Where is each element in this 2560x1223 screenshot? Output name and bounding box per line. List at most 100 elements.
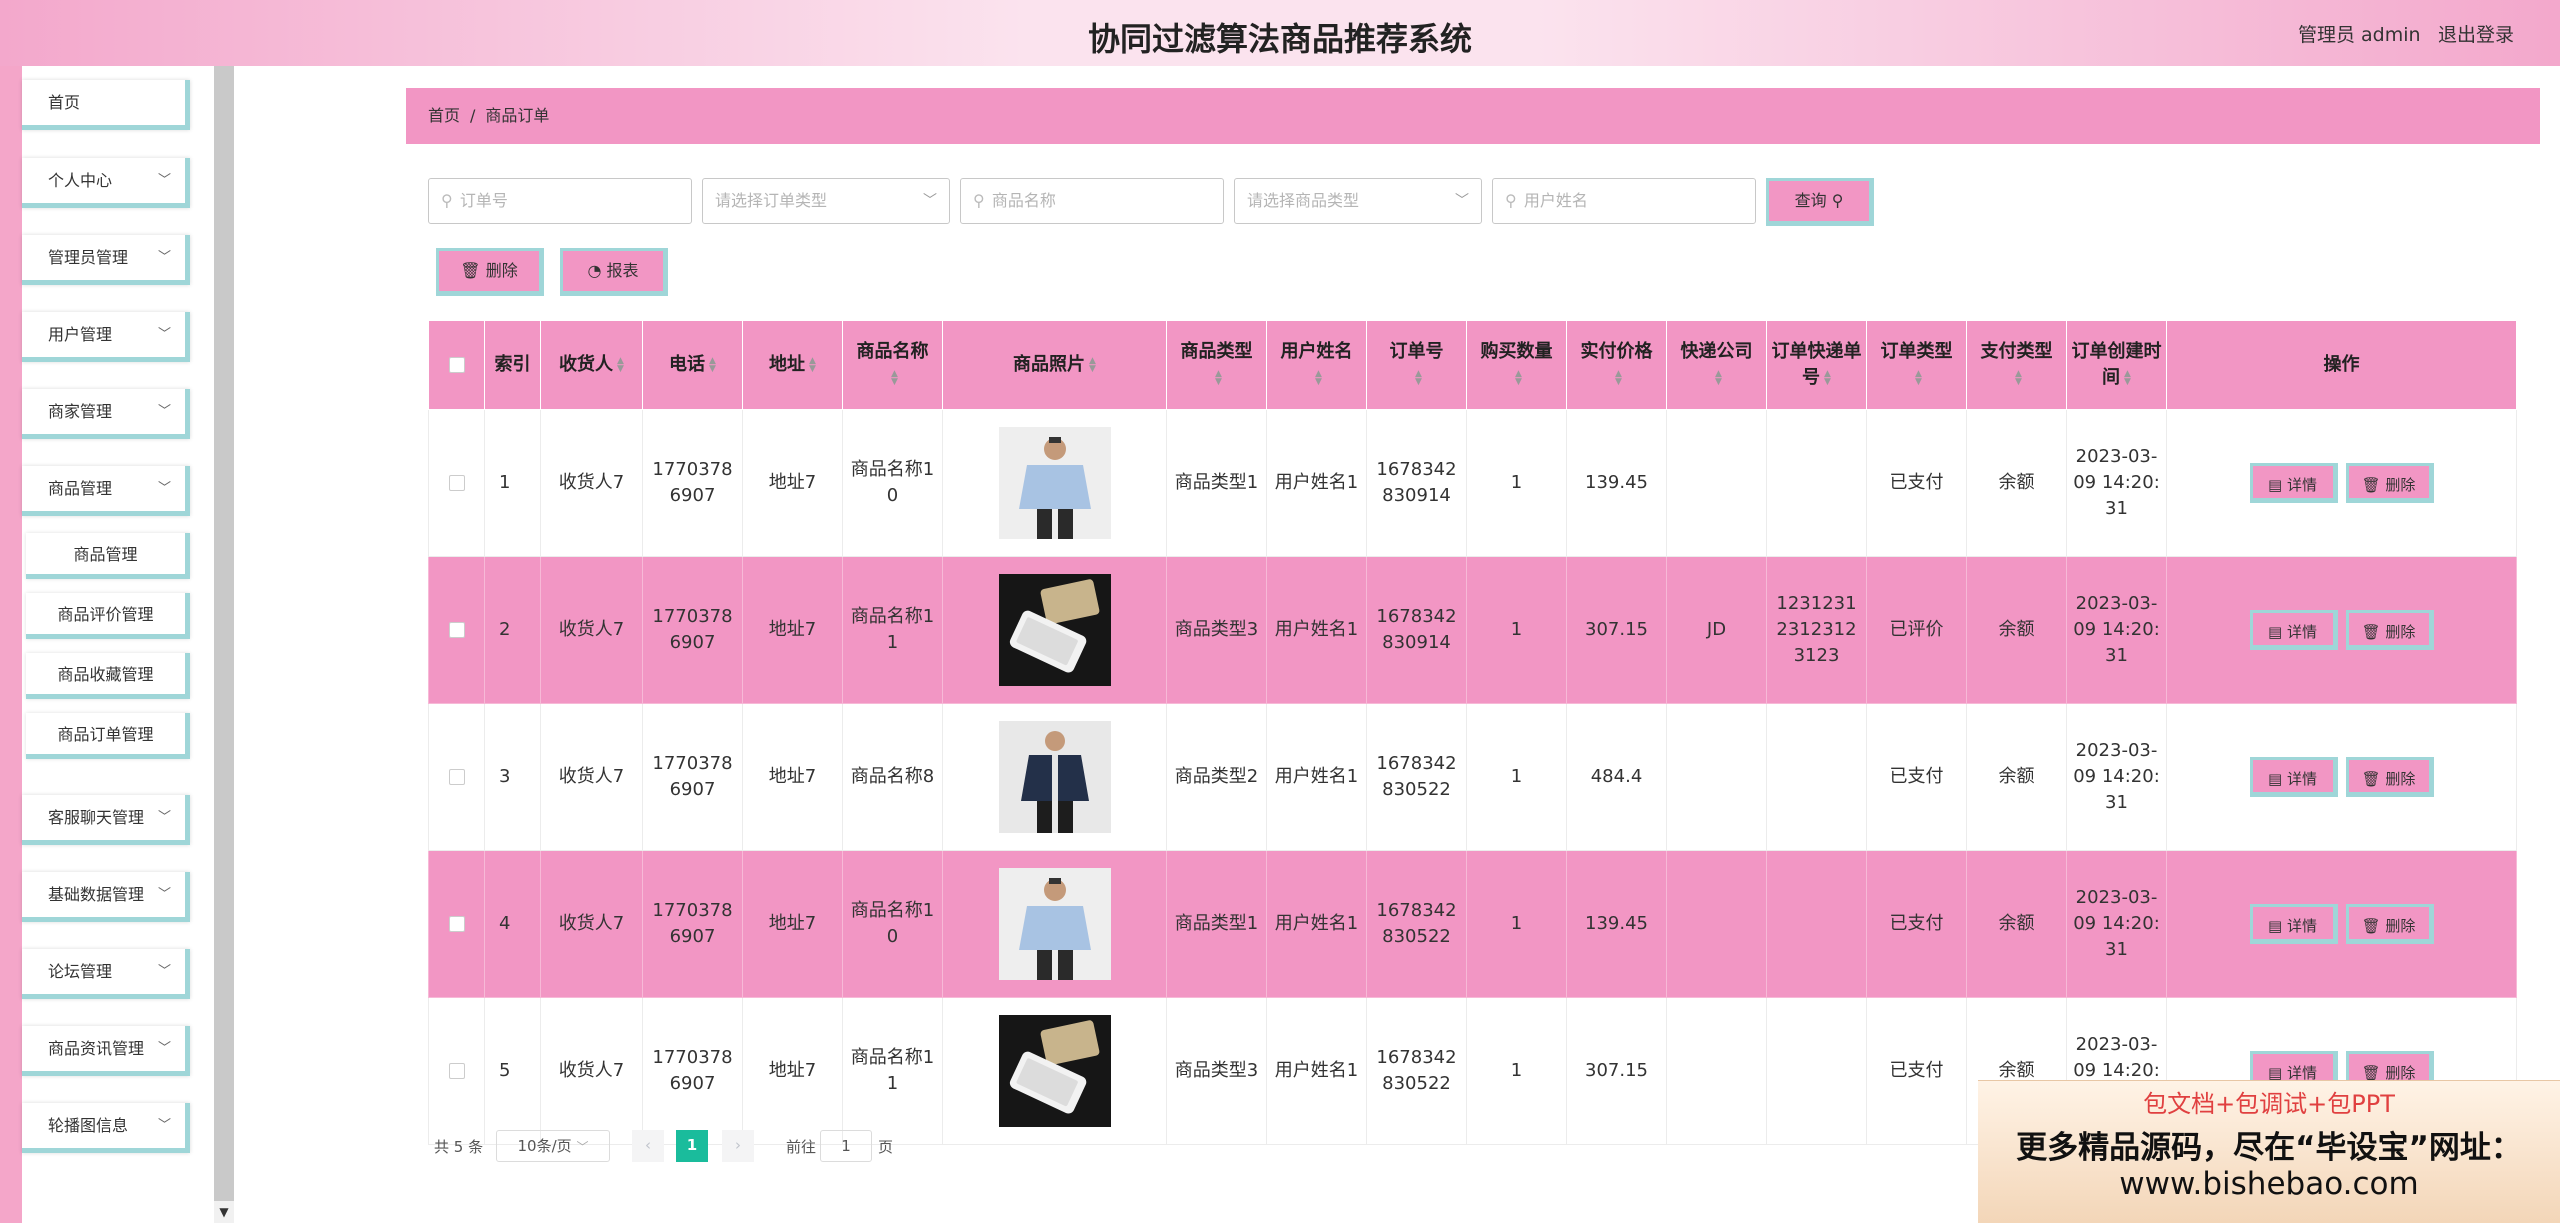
prev-page-button[interactable]: ‹ xyxy=(632,1130,664,1162)
product-photo[interactable] xyxy=(998,1015,1111,1127)
col-header[interactable]: 收货人 ▲ ▼ xyxy=(540,320,643,410)
order-no-input[interactable] xyxy=(457,190,662,211)
chevron-down-icon: ﹀ xyxy=(157,173,171,188)
col-header[interactable]: 地址 ▲ ▼ xyxy=(742,320,843,410)
sidebar-item-forum[interactable]: 论坛管理 ﹀ xyxy=(22,949,190,999)
batch-delete-button[interactable]: 🗑 删除 xyxy=(436,248,544,296)
goods-name-input[interactable] xyxy=(989,190,1194,211)
col-header[interactable]: 商品类型 ▲ ▼ xyxy=(1166,320,1267,410)
pagination-total: 共 5 条 xyxy=(434,1138,484,1156)
user-name-search-field[interactable]: ⚲ xyxy=(1492,178,1756,224)
cell-operations: ▤ 详情 🗑 删除 xyxy=(2166,703,2517,851)
delete-button[interactable]: 🗑 删除 xyxy=(2345,757,2434,797)
detail-button[interactable]: ▤ 详情 xyxy=(2249,610,2338,650)
order-no-search-field[interactable]: ⚲ xyxy=(428,178,692,224)
col-header[interactable]: 购买数量 ▲ ▼ xyxy=(1466,320,1567,410)
sidebar-item-label: 个人中心 xyxy=(48,171,113,190)
submenu-goods-favorite[interactable]: 商品收藏管理 xyxy=(26,653,190,699)
page-size-select[interactable]: 10条/页 ﹀ xyxy=(496,1130,610,1162)
submenu-goods[interactable]: 商品管理 xyxy=(26,533,190,579)
detail-button[interactable]: ▤ 详情 xyxy=(2249,463,2338,503)
query-button[interactable]: 查询 ⚲ xyxy=(1766,178,1874,226)
sidebar-item-personal-center[interactable]: 个人中心 ﹀ xyxy=(22,158,190,208)
select-all-checkbox[interactable] xyxy=(428,320,485,410)
detail-label: 详情 xyxy=(2286,476,2317,494)
cell-pay-type: 余额 xyxy=(1966,850,2067,998)
col-header[interactable]: 用户姓名 ▲ ▼ xyxy=(1266,320,1367,410)
col-header[interactable]: 实付价格 ▲ ▼ xyxy=(1566,320,1667,410)
delete-button[interactable]: 🗑 删除 xyxy=(2345,610,2434,650)
cell-goods-name: 商品名称10 xyxy=(842,850,943,998)
row-checkbox[interactable] xyxy=(428,703,485,851)
product-photo[interactable] xyxy=(998,721,1111,833)
sidebar-item-admin-manage[interactable]: 管理员管理 ﹀ xyxy=(22,235,190,285)
col-header[interactable]: 订单创建时间 ▲ ▼ xyxy=(2066,320,2167,410)
cell-goods-type: 商品类型2 xyxy=(1166,703,1267,851)
col-header[interactable]: 订单号 ▲ ▼ xyxy=(1366,320,1467,410)
col-header[interactable]: 订单类型 ▲ ▼ xyxy=(1866,320,1967,410)
cell-created-time: 2023-03-09 14:20:31 xyxy=(2066,409,2167,557)
product-photo[interactable] xyxy=(998,427,1111,539)
detail-button[interactable]: ▤ 详情 xyxy=(2249,757,2338,797)
trash-icon: 🗑 xyxy=(460,261,481,280)
row-checkbox[interactable] xyxy=(428,556,485,704)
chevron-down-icon: ﹀ xyxy=(157,1118,171,1133)
chevron-down-icon: ﹀ xyxy=(157,810,171,825)
col-header[interactable]: 索引 xyxy=(484,320,541,410)
page-size-value: 10条/页 xyxy=(517,1137,572,1155)
logout-link[interactable]: 退出登录 xyxy=(2438,20,2514,47)
cell-created-time: 2023-03-09 14:20:31 xyxy=(2066,850,2167,998)
product-photo[interactable] xyxy=(998,868,1111,980)
sidebar-scrollbar[interactable] xyxy=(214,66,234,1223)
delete-label: 删除 xyxy=(485,261,518,280)
sidebar-item-user-manage[interactable]: 用户管理 ﹀ xyxy=(22,312,190,362)
cell-price: 139.45 xyxy=(1566,409,1667,557)
cell-price: 307.15 xyxy=(1566,556,1667,704)
delete-button[interactable]: 🗑 删除 xyxy=(2345,904,2434,944)
sidebar-item-chat-manage[interactable]: 客服聊天管理 ﹀ xyxy=(22,795,190,845)
cell-created-time: 2023-03-09 14:20:31 xyxy=(2066,556,2167,704)
col-header[interactable]: 电话 ▲ ▼ xyxy=(642,320,743,410)
goods-name-search-field[interactable]: ⚲ xyxy=(960,178,1224,224)
row-checkbox[interactable] xyxy=(428,997,485,1145)
user-name-input[interactable] xyxy=(1521,190,1726,211)
col-header[interactable]: 快递公司 ▲ ▼ xyxy=(1666,320,1767,410)
sidebar-item-basic-data[interactable]: 基础数据管理 ﹀ xyxy=(22,872,190,922)
report-button[interactable]: ◔ 报表 xyxy=(560,248,668,296)
detail-label: 详情 xyxy=(2286,770,2317,788)
query-label: 查询 xyxy=(1794,191,1827,210)
col-header[interactable]: 商品名称 ▲ ▼ xyxy=(842,320,943,410)
row-checkbox[interactable] xyxy=(428,850,485,998)
next-page-button[interactable]: › xyxy=(722,1130,754,1162)
submenu-goods-review[interactable]: 商品评价管理 xyxy=(26,593,190,639)
goto-page-input[interactable]: 1 xyxy=(820,1130,872,1162)
breadcrumb-home[interactable]: 首页 xyxy=(428,106,460,125)
col-header[interactable]: 商品照片 ▲ ▼ xyxy=(942,320,1167,410)
cell-pay-type: 余额 xyxy=(1966,556,2067,704)
sidebar-item-carousel[interactable]: 轮播图信息 ﹀ xyxy=(22,1103,190,1153)
sidebar-item-news[interactable]: 商品资讯管理 ﹀ xyxy=(22,1026,190,1076)
submenu-goods-order[interactable]: 商品订单管理 xyxy=(26,713,190,759)
order-type-select[interactable]: 请选择订单类型 ﹀ xyxy=(702,178,950,224)
sort-icon: ▲ ▼ xyxy=(2015,369,2022,387)
col-header[interactable]: 支付类型 ▲ ▼ xyxy=(1966,320,2067,410)
detail-label: 详情 xyxy=(2286,917,2317,935)
col-header[interactable]: 订单快递单号 ▲ ▼ xyxy=(1766,320,1867,410)
delete-button[interactable]: 🗑 删除 xyxy=(2345,463,2434,503)
detail-button[interactable]: ▤ 详情 xyxy=(2249,904,2338,944)
sidebar-item-home[interactable]: 首页 xyxy=(22,80,190,130)
row-checkbox[interactable] xyxy=(428,409,485,557)
cell-user-name: 用户姓名1 xyxy=(1266,997,1367,1145)
product-photo[interactable] xyxy=(998,574,1111,686)
page-number-current[interactable]: 1 xyxy=(676,1130,708,1162)
sidebar-item-goods-manage[interactable]: 商品管理 ﹀ xyxy=(22,466,190,516)
sidebar-item-label: 商品管理 xyxy=(48,479,113,498)
goods-type-select[interactable]: 请选择商品类型 ﹀ xyxy=(1234,178,1482,224)
cell-price: 307.15 xyxy=(1566,997,1667,1145)
sidebar-item-merchant-manage[interactable]: 商家管理 ﹀ xyxy=(22,389,190,439)
document-icon: ▤ xyxy=(2268,917,2283,935)
cell-order-type: 已评价 xyxy=(1866,556,1967,704)
scroll-down-icon[interactable]: ▼ xyxy=(214,1201,234,1223)
cell-goods-photo xyxy=(942,409,1167,557)
cell-receiver: 收货人7 xyxy=(540,703,643,851)
